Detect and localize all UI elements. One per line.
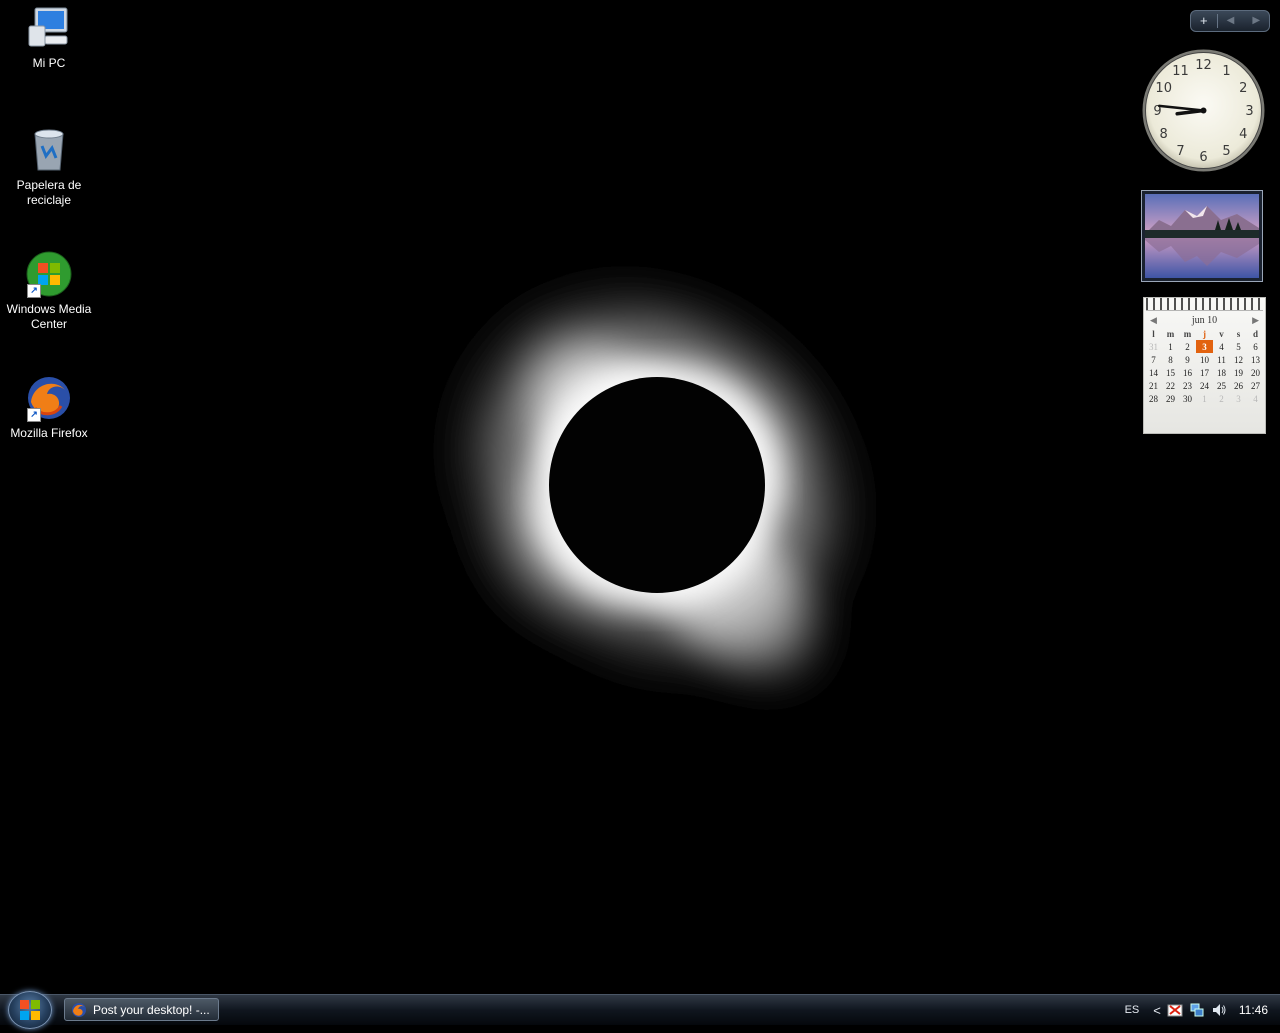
desktop-icon-label: Mi PC bbox=[32, 56, 66, 70]
calendar-day[interactable]: 1 bbox=[1162, 340, 1179, 353]
clock-numeral: 10 bbox=[1155, 81, 1172, 96]
slideshow-gadget[interactable] bbox=[1141, 190, 1263, 282]
shortcut-arrow-icon: ↗ bbox=[27, 408, 41, 422]
computer-icon bbox=[25, 4, 73, 52]
calendar-day[interactable]: 9 bbox=[1179, 353, 1196, 366]
calendar-weekday: m bbox=[1183, 329, 1192, 339]
calendar-month-label: jun 10 bbox=[1191, 315, 1218, 326]
network-icon[interactable] bbox=[1189, 1002, 1205, 1018]
system-tray: ES < 11:46 bbox=[1125, 995, 1280, 1025]
calendar-day[interactable]: 20 bbox=[1247, 366, 1264, 379]
calendar-day[interactable]: 13 bbox=[1247, 353, 1264, 366]
calendar-weekday: j bbox=[1203, 329, 1206, 339]
desktop-icon-windows-media-center[interactable]: ↗ Windows Media Center bbox=[1, 250, 97, 332]
calendar-day[interactable]: 24 bbox=[1196, 379, 1213, 392]
clock-numeral: 4 bbox=[1239, 127, 1247, 142]
firefox-icon bbox=[72, 1002, 86, 1017]
calendar-day[interactable]: 15 bbox=[1162, 366, 1179, 379]
taskbar-button-label: Post your desktop! -... bbox=[93, 1002, 210, 1017]
calendar-day[interactable]: 28 bbox=[1145, 392, 1162, 405]
calendar-day[interactable]: 14 bbox=[1145, 366, 1162, 379]
calendar-day[interactable]: 18 bbox=[1213, 366, 1230, 379]
calendar-day[interactable]: 19 bbox=[1230, 366, 1247, 379]
calendar-gadget[interactable]: ◀ jun 10 ▶ lmmjvsd 31 1 2 3 4 5 6 7 8 9 10 11 12 13 14… bbox=[1143, 297, 1266, 434]
calendar-weekday: l bbox=[1152, 329, 1155, 339]
windows-logo-icon bbox=[20, 1000, 40, 1020]
calendar-grid: lmmjvsd 31 1 2 3 4 5 6 7 8 9 10 11 12 13 14 15 16 17 18 19 2… bbox=[1145, 328, 1264, 405]
show-hidden-icons-button[interactable]: < bbox=[1153, 1003, 1161, 1018]
desktop-icon-recycle-bin[interactable]: Papelera de reciclaje bbox=[1, 126, 97, 208]
shortcut-arrow-icon: ↗ bbox=[27, 284, 41, 298]
calendar-day[interactable]: 4 bbox=[1247, 392, 1264, 405]
desktop-icon-label: Windows Media Center bbox=[6, 302, 92, 331]
calendar-day[interactable]: 12 bbox=[1230, 353, 1247, 366]
calendar-day[interactable]: 2 bbox=[1179, 340, 1196, 353]
calendar-day[interactable]: 23 bbox=[1179, 379, 1196, 392]
calendar-weekday: s bbox=[1236, 329, 1241, 339]
calendar-weekday: d bbox=[1252, 329, 1258, 339]
clock-numeral: 12 bbox=[1195, 58, 1212, 73]
clock-numeral: 7 bbox=[1176, 144, 1184, 159]
calendar-day[interactable]: 25 bbox=[1213, 379, 1230, 392]
add-gadget-button[interactable]: + bbox=[1191, 11, 1217, 31]
calendar-day[interactable]: 22 bbox=[1162, 379, 1179, 392]
calendar-day[interactable]: 10 bbox=[1196, 353, 1213, 366]
desktop-icon-mi-pc[interactable]: Mi PC bbox=[1, 4, 97, 71]
calendar-day[interactable]: 3 bbox=[1230, 392, 1247, 405]
calendar-binding bbox=[1146, 298, 1263, 311]
language-indicator[interactable]: ES bbox=[1125, 1004, 1140, 1016]
clock-numeral: 8 bbox=[1160, 127, 1168, 142]
clock-numeral: 11 bbox=[1172, 64, 1189, 79]
calendar-day[interactable]: 4 bbox=[1213, 340, 1230, 353]
eclipse-wallpaper bbox=[0, 0, 1280, 994]
clock-numeral: 1 bbox=[1222, 64, 1230, 79]
clock-numeral: 2 bbox=[1239, 81, 1247, 96]
clock-numeral: 6 bbox=[1199, 150, 1207, 165]
calendar-day[interactable]: 6 bbox=[1247, 340, 1264, 353]
slideshow-image bbox=[1145, 194, 1259, 278]
calendar-day[interactable]: 1 bbox=[1196, 392, 1213, 405]
calendar-day[interactable]: 29 bbox=[1162, 392, 1179, 405]
clock-numeral: 3 bbox=[1245, 104, 1253, 119]
volume-icon[interactable] bbox=[1211, 1002, 1227, 1018]
taskbar-button-firefox[interactable]: Post your desktop! -... bbox=[64, 998, 219, 1021]
clock-gadget[interactable]: 1234567891011 12 bbox=[1141, 48, 1266, 173]
prev-gadgets-button[interactable]: ◀ bbox=[1218, 11, 1244, 31]
desktop-icon-mozilla-firefox[interactable]: ↗ Mozilla Firefox bbox=[1, 374, 97, 441]
firefox-icon: ↗ bbox=[25, 374, 73, 422]
calendar-weekday: v bbox=[1219, 329, 1224, 339]
calendar-day[interactable]: 16 bbox=[1179, 366, 1196, 379]
calendar-day[interactable]: 8 bbox=[1162, 353, 1179, 366]
next-gadgets-button[interactable]: ▶ bbox=[1243, 11, 1269, 31]
calendar-weekday: m bbox=[1166, 329, 1175, 339]
desktop-icon-label: Papelera de reciclaje bbox=[16, 178, 82, 207]
taskbar: Post your desktop! -... ES < 11:46 bbox=[0, 991, 1280, 1029]
calendar-day[interactable]: 31 bbox=[1145, 340, 1162, 353]
calendar-day[interactable]: 21 bbox=[1145, 379, 1162, 392]
windows-media-center-icon: ↗ bbox=[25, 250, 73, 298]
start-button[interactable] bbox=[8, 991, 52, 1029]
calendar-day[interactable]: 26 bbox=[1230, 379, 1247, 392]
calendar-day[interactable]: 17 bbox=[1196, 366, 1213, 379]
calendar-day[interactable]: 2 bbox=[1213, 392, 1230, 405]
recycle-bin-icon bbox=[25, 126, 73, 174]
calendar-day[interactable]: 27 bbox=[1247, 379, 1264, 392]
sidebar-controls: + ◀ ▶ bbox=[1190, 10, 1270, 32]
calendar-day-today[interactable]: 3 bbox=[1196, 340, 1213, 353]
calendar-day[interactable]: 5 bbox=[1230, 340, 1247, 353]
security-alert-icon[interactable] bbox=[1167, 1002, 1183, 1018]
calendar-prev-month-button[interactable]: ◀ bbox=[1150, 315, 1157, 326]
calendar-day[interactable]: 7 bbox=[1145, 353, 1162, 366]
calendar-day[interactable]: 11 bbox=[1213, 353, 1230, 366]
taskbar-clock[interactable]: 11:46 bbox=[1239, 1003, 1268, 1017]
calendar-day[interactable]: 30 bbox=[1179, 392, 1196, 405]
desktop-icon-label: Mozilla Firefox bbox=[10, 426, 88, 440]
calendar-next-month-button[interactable]: ▶ bbox=[1252, 315, 1259, 326]
clock-numeral: 5 bbox=[1222, 144, 1230, 159]
